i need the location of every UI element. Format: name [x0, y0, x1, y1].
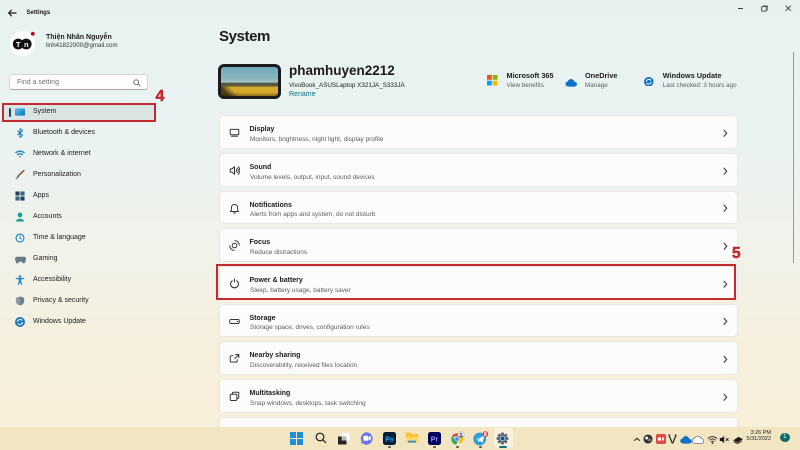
svg-text:n: n [24, 40, 29, 49]
svg-text:Pr: Pr [431, 436, 439, 443]
svg-text:Ps: Ps [385, 436, 394, 443]
svg-text:T: T [16, 40, 21, 49]
svg-text:8: 8 [484, 432, 487, 438]
